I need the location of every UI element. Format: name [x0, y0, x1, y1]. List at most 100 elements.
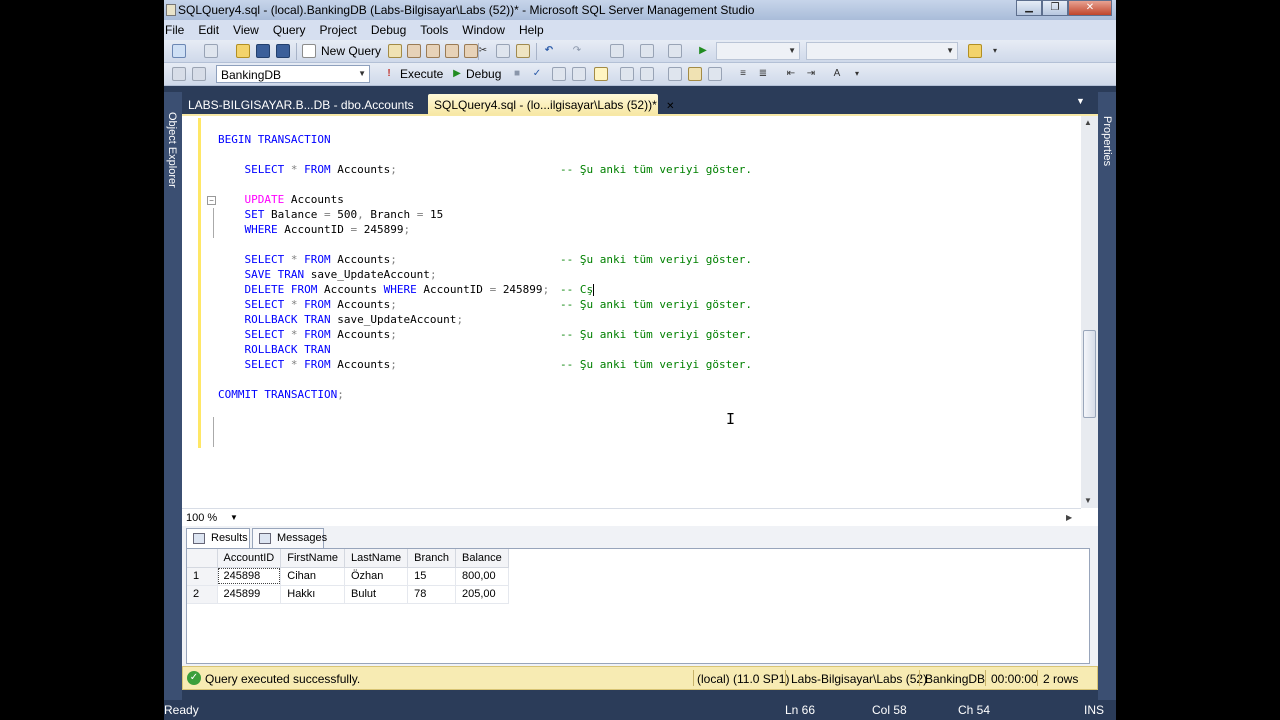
- table-row[interactable]: 2 245899 Hakkı Bulut 78 205,00: [187, 585, 509, 604]
- code-line[interactable]: [218, 237, 549, 252]
- display-estimated-plan-icon[interactable]: [552, 67, 566, 81]
- table-cell[interactable]: 78: [407, 585, 456, 604]
- results-to-grid-icon[interactable]: [688, 67, 702, 81]
- scroll-down-icon[interactable]: ▼: [1084, 496, 1092, 505]
- specify-values-icon[interactable]: [594, 67, 608, 81]
- find-in-files-icon[interactable]: [968, 44, 982, 58]
- include-actual-plan-icon[interactable]: [620, 67, 634, 81]
- column-header[interactable]: LastName: [344, 549, 409, 568]
- add-item-icon[interactable]: [204, 44, 218, 58]
- code-line[interactable]: UPDATE Accounts: [218, 192, 549, 207]
- table-cell[interactable]: Cihan: [280, 567, 345, 586]
- results-grid[interactable]: AccountID FirstName LastName Branch Bala…: [186, 548, 1090, 664]
- toolbar-overflow-icon[interactable]: ▾: [988, 44, 1002, 58]
- menu-help[interactable]: Help: [519, 20, 544, 40]
- table-cell[interactable]: 205,00: [455, 585, 509, 604]
- column-header[interactable]: FirstName: [280, 549, 345, 568]
- client-statistics-icon[interactable]: [640, 67, 654, 81]
- properties-tab[interactable]: Properties: [1101, 116, 1113, 166]
- column-header[interactable]: Branch: [407, 549, 456, 568]
- decrease-indent-icon[interactable]: ⇤: [784, 67, 798, 81]
- minimize-button[interactable]: ▁: [1016, 0, 1042, 16]
- code-line[interactable]: SAVE TRAN save_UpdateAccount;: [218, 267, 549, 282]
- menu-window[interactable]: Window: [462, 20, 505, 40]
- mdx-query-icon[interactable]: [426, 44, 440, 58]
- table-cell[interactable]: 245898: [217, 567, 282, 586]
- sql-editor[interactable]: − BEGIN TRANSACTION SELECT * FROM Accoun…: [182, 114, 1098, 528]
- menu-edit[interactable]: Edit: [198, 20, 219, 40]
- specify-template-icon[interactable]: A: [830, 67, 844, 81]
- menu-view[interactable]: View: [233, 20, 259, 40]
- row-number[interactable]: 1: [187, 567, 218, 586]
- code-line[interactable]: ROLLBACK TRAN: [218, 342, 549, 357]
- uncomment-icon[interactable]: ≣: [756, 67, 770, 81]
- increase-indent-icon[interactable]: ⇥: [804, 67, 818, 81]
- close-tab-icon[interactable]: ✕: [666, 101, 674, 112]
- open-file-icon[interactable]: [236, 44, 250, 58]
- table-cell[interactable]: 15: [407, 567, 456, 586]
- results-to-file-icon[interactable]: [708, 67, 722, 81]
- analysis-query-icon[interactable]: [407, 44, 421, 58]
- save-icon[interactable]: [256, 44, 270, 58]
- paste-icon[interactable]: [516, 44, 530, 58]
- tab-sqlquery4[interactable]: SQLQuery4.sql - (lo...ilgisayar\Labs (52…: [428, 94, 674, 114]
- object-explorer-tab[interactable]: Object Explorer: [166, 112, 178, 188]
- menu-debug[interactable]: Debug: [371, 20, 406, 40]
- tab-dropdown-icon[interactable]: ▼: [1076, 96, 1085, 106]
- close-button[interactable]: ✕: [1068, 0, 1112, 16]
- debug-button[interactable]: Debug: [466, 67, 501, 81]
- tab-results[interactable]: Results: [186, 528, 250, 548]
- menu-project[interactable]: Project: [320, 20, 357, 40]
- table-cell[interactable]: Bulut: [344, 585, 409, 604]
- undo-icon[interactable]: ↶: [542, 44, 556, 58]
- menu-query[interactable]: Query: [273, 20, 306, 40]
- connect-icon[interactable]: [172, 67, 186, 81]
- code-line[interactable]: SELECT * FROM Accounts; -- Şu anki tüm ve…: [218, 357, 752, 372]
- code-line[interactable]: SELECT * FROM Accounts; -- Şu anki tüm ve…: [218, 297, 752, 312]
- activity-monitor-icon[interactable]: [668, 44, 682, 58]
- collapse-icon[interactable]: −: [207, 196, 216, 205]
- row-number[interactable]: 2: [187, 585, 218, 604]
- save-all-icon[interactable]: [276, 44, 290, 58]
- code-line[interactable]: SELECT * FROM Accounts; -- Şu anki tüm ve…: [218, 327, 752, 342]
- database-engine-query-icon[interactable]: [388, 44, 402, 58]
- results-to-text-icon[interactable]: [668, 67, 682, 81]
- start-debugging-icon[interactable]: ▶: [696, 44, 710, 58]
- code-line[interactable]: WHERE AccountID = 245899;: [218, 222, 549, 237]
- code-line[interactable]: DELETE FROM Accounts WHERE AccountID = 2…: [218, 282, 595, 297]
- cancel-query-icon[interactable]: ■: [510, 67, 524, 81]
- code-line[interactable]: SET Balance = 500, Branch = 15: [218, 207, 549, 222]
- code-line[interactable]: SELECT * FROM Accounts; -- Şu anki tüm ve…: [218, 252, 752, 267]
- code-line[interactable]: ROLLBACK TRAN save_UpdateAccount;: [218, 312, 549, 327]
- query-designer-icon[interactable]: [572, 67, 586, 81]
- copy-icon[interactable]: [496, 44, 510, 58]
- maximize-button[interactable]: ❐: [1042, 0, 1068, 16]
- table-row[interactable]: 1 245898 Cihan Özhan 15 800,00: [187, 567, 509, 586]
- code-text[interactable]: BEGIN TRANSACTION SELECT * FROM Accounts…: [218, 132, 752, 402]
- code-line[interactable]: [218, 147, 549, 162]
- scroll-thumb[interactable]: [1083, 330, 1096, 418]
- code-line[interactable]: BEGIN TRANSACTION: [218, 132, 549, 147]
- dmx-query-icon[interactable]: [445, 44, 459, 58]
- chevron-down-icon[interactable]: ▼: [230, 513, 238, 522]
- table-cell[interactable]: Özhan: [344, 567, 409, 586]
- solution-config-combo[interactable]: ▼: [716, 42, 800, 60]
- scroll-right-icon[interactable]: ▶: [1066, 513, 1072, 522]
- zoom-level[interactable]: 100 %: [186, 512, 217, 524]
- parse-icon[interactable]: ✓: [530, 67, 544, 81]
- navigate-forward-icon[interactable]: [640, 44, 654, 58]
- available-databases-select[interactable]: BankingDB ▼: [216, 65, 370, 83]
- code-line[interactable]: SELECT * FROM Accounts; -- Şu anki tüm ve…: [218, 162, 752, 177]
- column-header[interactable]: AccountID: [217, 549, 282, 568]
- menu-tools[interactable]: Tools: [420, 20, 448, 40]
- new-project-icon[interactable]: [172, 44, 186, 58]
- comment-out-icon[interactable]: ≡: [736, 67, 750, 81]
- tab-accounts-table[interactable]: LABS-BILGISAYAR.B...DB - dbo.Accounts: [182, 94, 420, 114]
- code-line[interactable]: COMMIT TRANSACTION;: [218, 387, 549, 402]
- toolbar-overflow-icon[interactable]: ▾: [850, 67, 864, 81]
- table-cell[interactable]: Hakkı: [280, 585, 345, 604]
- execute-icon[interactable]: !: [382, 67, 396, 81]
- table-cell[interactable]: 245899: [217, 585, 282, 604]
- navigate-backward-icon[interactable]: [610, 44, 624, 58]
- redo-icon[interactable]: ↷: [570, 44, 584, 58]
